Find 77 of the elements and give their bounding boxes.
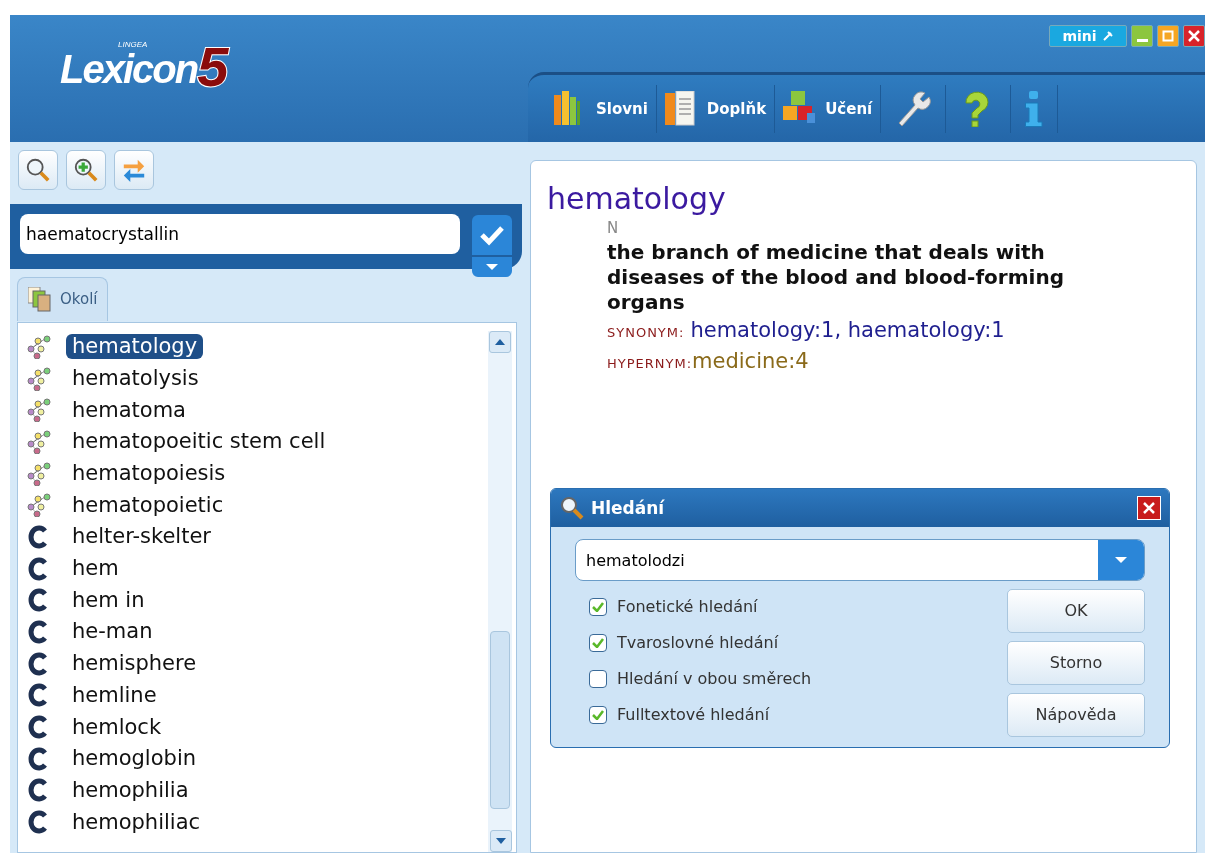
close-icon (1188, 30, 1200, 42)
caret-icon (1115, 557, 1127, 563)
word-list-item[interactable]: hemline (66, 682, 163, 708)
word-list-item[interactable]: hematopoeitic stem cell (66, 429, 332, 455)
info-icon (1025, 90, 1044, 127)
minimize-icon (1136, 39, 1148, 42)
toolbar-button[interactable]: Slovni (546, 84, 657, 133)
maximize-button[interactable] (1157, 25, 1179, 47)
brand-text: LINGEA (118, 41, 148, 49)
dialog-title: Hledání (591, 498, 665, 518)
word-list-item[interactable]: hemophiliac (66, 809, 207, 835)
confirm-button[interactable] (472, 215, 512, 255)
maximize-icon (1162, 30, 1174, 42)
relation-value[interactable]: medicine:4 (692, 346, 809, 378)
search-button[interactable] (18, 150, 58, 190)
checkbox[interactable] (589, 598, 607, 616)
word-list-item[interactable]: hematolysis (66, 365, 205, 392)
pin-icon (1101, 30, 1114, 42)
word-list-item[interactable]: he-man (66, 619, 159, 645)
checkbox-label: Hledání v obou směrech (617, 668, 812, 690)
dropdown-button[interactable] (472, 257, 512, 277)
toolbar-button[interactable]: Doplňk (656, 84, 776, 133)
swap-button[interactable] (114, 150, 154, 190)
checkbox[interactable] (589, 706, 607, 724)
word-list-item[interactable]: hemoglobin (66, 746, 203, 772)
part-of-speech: N (607, 218, 620, 239)
checkbox[interactable] (589, 670, 607, 688)
query-field[interactable]: hematolodzi (575, 539, 1145, 581)
word-list-item[interactable]: hematoma (66, 397, 192, 423)
close-icon (1143, 502, 1155, 514)
headword: hematology (547, 181, 727, 217)
dialog-button[interactable]: Nápověda (1007, 693, 1145, 737)
up-arrow-icon (495, 339, 505, 345)
search-field[interactable]: haematocrystallin (20, 214, 460, 254)
dialog-button[interactable]: OK (1007, 589, 1145, 633)
checkbox-label: Fonetické hledání (617, 596, 758, 618)
checkbox-label: Tvaroslovné hledání (617, 632, 779, 654)
minimize-button[interactable] (1131, 25, 1153, 47)
network-icon (26, 493, 52, 518)
zoom-in-icon (73, 156, 99, 184)
logo-number: 5 (197, 45, 229, 90)
tab[interactable]: Okolí (17, 277, 109, 321)
network-icon (26, 366, 52, 391)
word-list-item[interactable]: hemlock (66, 714, 168, 740)
word-list-item[interactable]: hem (66, 556, 125, 582)
word-list-item[interactable]: hematology (66, 334, 204, 360)
logo-text: Lexicon (60, 49, 198, 89)
definition-text: the branch of medicine that deals with diseases of the blood and blood-forming organs (607, 239, 1065, 315)
check-icon (479, 224, 505, 246)
checkbox[interactable] (589, 634, 607, 652)
word-list-item[interactable]: hematopoietic (66, 492, 230, 518)
word-list-item[interactable]: hemophilia (66, 777, 195, 804)
toolbar-button[interactable]: Učení (775, 84, 882, 133)
word-list-item[interactable]: hematopoiesis (66, 461, 232, 487)
word-list-item[interactable]: hemisphere (66, 651, 203, 677)
relation-label: SYNONYM: (607, 323, 685, 342)
caret-icon (486, 264, 498, 270)
documents-icon (28, 286, 52, 313)
network-icon (26, 398, 52, 423)
network-icon (26, 461, 52, 486)
search-icon (25, 156, 51, 184)
scroll-thumb[interactable] (490, 631, 510, 809)
down-arrow-icon (496, 838, 506, 844)
network-icon (26, 429, 52, 454)
relation-value[interactable]: hematology:1, haematology:1 (690, 314, 1005, 346)
search-icon (559, 495, 585, 521)
dialog-button[interactable]: Storno (1007, 641, 1145, 685)
checkbox-label: Fulltextové hledání (617, 704, 770, 726)
word-list-item[interactable]: hem in (66, 587, 151, 613)
close-button[interactable] (1183, 25, 1205, 47)
word-list-item[interactable]: helter-skelter (66, 524, 217, 550)
scrollbar[interactable] (488, 331, 512, 852)
zoom-in-button[interactable] (66, 150, 106, 190)
network-icon (26, 334, 52, 359)
scroll-up-button[interactable] (489, 331, 511, 353)
scroll-down-button[interactable] (490, 830, 512, 852)
relation-label: HYPERNYM: (607, 355, 693, 373)
